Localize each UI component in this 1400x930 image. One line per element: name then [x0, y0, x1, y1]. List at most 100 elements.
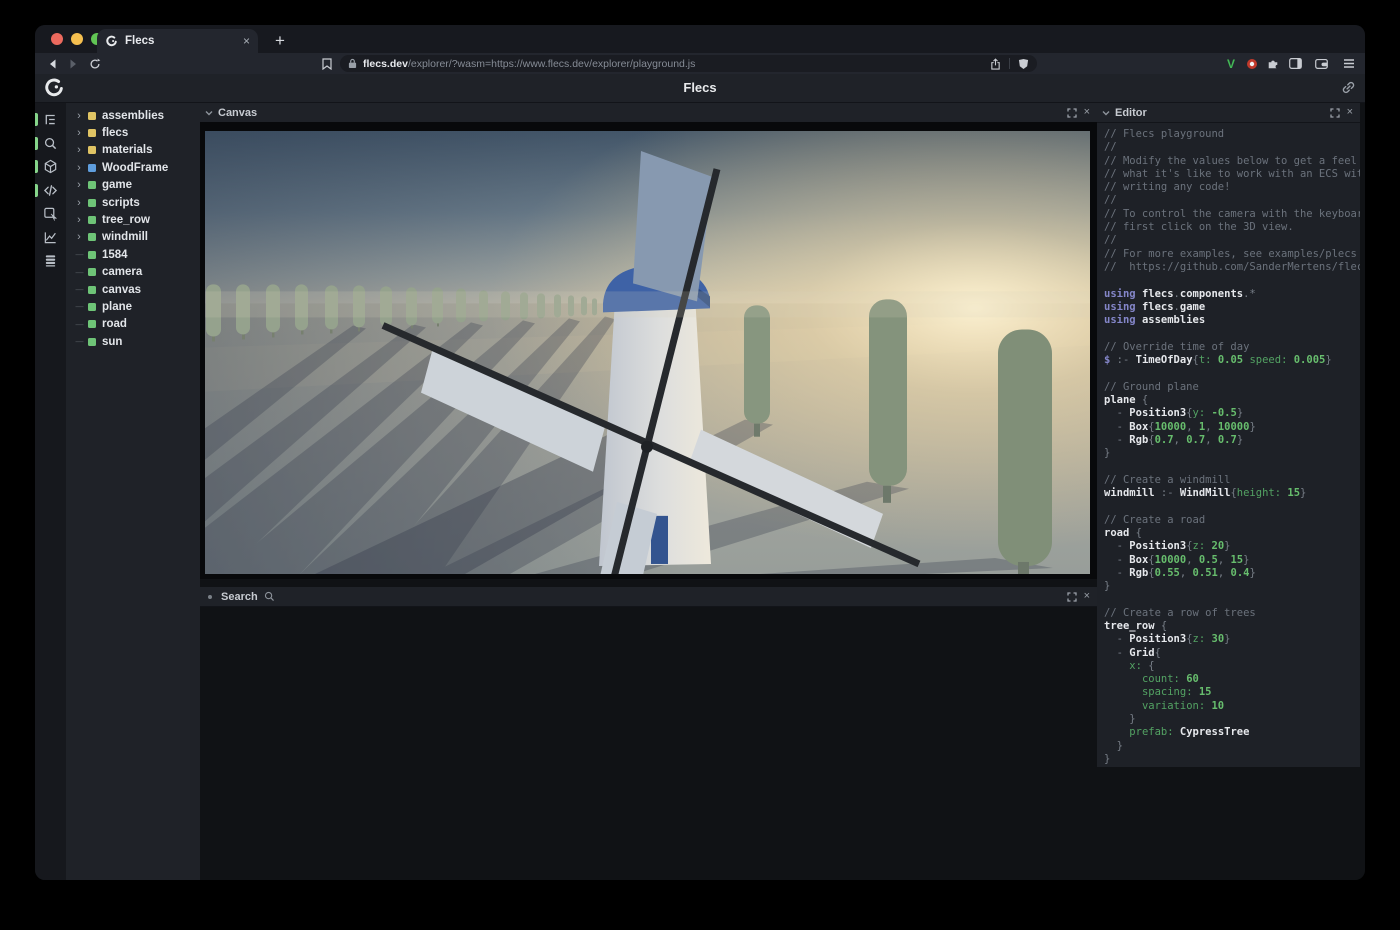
chevron-right-icon[interactable]: › [74, 214, 84, 226]
tool-inspector[interactable] [35, 202, 66, 226]
tree-item-label: tree_row [102, 214, 150, 226]
tree-item-label: game [102, 179, 132, 191]
close-icon[interactable]: × [1084, 591, 1090, 602]
active-indicator [35, 184, 38, 197]
tree-item-plane[interactable]: — plane [66, 298, 200, 315]
tool-logs[interactable] [35, 249, 66, 273]
tree-item-label: road [102, 318, 127, 330]
browser-titlebar: Flecs × + [35, 25, 1365, 53]
entity-color-swatch [88, 233, 96, 241]
page-title: Flecs [35, 74, 1365, 102]
extension-red-icon[interactable] [1244, 53, 1260, 74]
new-tab-button[interactable]: + [268, 29, 292, 53]
tree-item-label: plane [102, 301, 132, 313]
entity-color-swatch [88, 199, 96, 207]
chevron-down-icon[interactable] [205, 110, 213, 116]
tree-item-label: scripts [102, 197, 140, 209]
tree-item-WoodFrame[interactable]: › WoodFrame [66, 159, 200, 176]
menu-icon[interactable] [1341, 53, 1357, 74]
tree-item-scripts[interactable]: › scripts [66, 194, 200, 211]
chevron-right-icon[interactable]: › [74, 197, 84, 209]
entity-color-swatch [88, 146, 96, 154]
tree-item-1584[interactable]: —1584 [66, 246, 200, 263]
tree-item-windmill[interactable]: ›windmill [66, 229, 200, 246]
search-panel-header: Search × [200, 587, 1097, 607]
tree-item-road[interactable]: —road [66, 316, 200, 333]
close-icon[interactable]: × [1084, 107, 1090, 118]
url-bar[interactable]: flecs.dev/explorer/?wasm=https://www.fle… [340, 55, 1037, 72]
tree-item-sun[interactable]: —sun [66, 333, 200, 350]
window-minimize-button[interactable] [71, 33, 83, 45]
entity-color-swatch [88, 303, 96, 311]
tree-item-label: camera [102, 266, 142, 278]
chevron-down-icon[interactable] [1102, 110, 1110, 116]
tool-entity-tree[interactable] [35, 108, 66, 132]
app-header: Flecs [35, 74, 1365, 103]
tree-item-camera[interactable]: —camera [66, 264, 200, 281]
entity-color-swatch [88, 268, 96, 276]
entity-color-swatch [88, 129, 96, 137]
brave-shield-icon[interactable] [1018, 58, 1029, 70]
tree-item-label: canvas [102, 284, 141, 296]
canvas-3d-view[interactable] [200, 122, 1097, 579]
tree-item-tree_row[interactable]: › tree_row [66, 211, 200, 228]
main-area: Canvas × [200, 103, 1097, 880]
code-area[interactable]: // Flecs playground//// Modify the value… [1097, 123, 1360, 767]
canvas-panel-header: Canvas × [200, 103, 1097, 123]
chevron-right-icon[interactable]: › [74, 110, 84, 122]
url-text: flecs.dev/explorer/?wasm=https://www.fle… [363, 58, 695, 70]
share-icon[interactable] [990, 58, 1001, 70]
extension-v-icon[interactable]: V [1223, 53, 1239, 74]
chevron-right-icon[interactable]: › [74, 162, 84, 174]
entity-color-swatch [88, 181, 96, 189]
entity-color-swatch [88, 112, 96, 120]
lock-icon [348, 58, 357, 69]
active-indicator [35, 137, 38, 150]
extensions-puzzle-icon[interactable] [1265, 53, 1281, 74]
expand-icon[interactable] [1330, 108, 1340, 118]
tree-item-assemblies[interactable]: › assemblies [66, 107, 200, 124]
tab-close-icon[interactable]: × [243, 34, 250, 48]
entity-color-swatch [88, 164, 96, 172]
browser-tab[interactable]: Flecs × [97, 29, 258, 53]
editor-panel-title: Editor [1115, 107, 1330, 119]
expand-icon[interactable] [1067, 592, 1077, 602]
entity-color-swatch [88, 338, 96, 346]
expand-icon[interactable] [1067, 108, 1077, 118]
forward-icon[interactable] [65, 53, 81, 74]
sidebar-toggle-icon[interactable] [1287, 53, 1303, 74]
permalink-icon[interactable] [1341, 80, 1356, 95]
active-indicator [35, 160, 38, 173]
entity-color-swatch [88, 216, 96, 224]
tree-item-flecs[interactable]: ›flecs [66, 124, 200, 141]
tree-item-materials[interactable]: › materials [66, 142, 200, 159]
windmill-scene [205, 131, 1090, 574]
tree-item-canvas[interactable]: —canvas [66, 281, 200, 298]
tool-query-search[interactable] [35, 132, 66, 156]
tree-item-game[interactable]: › game [66, 177, 200, 194]
chevron-right-icon[interactable]: › [74, 231, 84, 243]
tree-item-label: assemblies [102, 110, 164, 122]
tool-scene-3d[interactable] [35, 155, 66, 179]
chevron-right-icon[interactable]: › [74, 127, 84, 139]
active-indicator [35, 113, 38, 126]
window-close-button[interactable] [51, 33, 63, 45]
bookmark-icon[interactable] [319, 53, 335, 74]
tree-item-label: WoodFrame [102, 162, 168, 174]
flecs-favicon [105, 35, 118, 48]
close-icon[interactable]: × [1347, 107, 1353, 118]
leaf-dash-icon: — [74, 250, 84, 259]
leaf-dash-icon: — [74, 302, 84, 311]
leaf-dash-icon: — [74, 337, 84, 346]
editor-panel-header: Editor × [1097, 103, 1360, 123]
tool-script-editor[interactable] [35, 179, 66, 203]
collapsed-indicator-icon[interactable] [208, 595, 212, 599]
wallet-icon[interactable] [1313, 53, 1329, 74]
back-icon[interactable] [45, 53, 61, 74]
tree-item-label: materials [102, 144, 153, 156]
chevron-right-icon[interactable]: › [74, 144, 84, 156]
chevron-right-icon[interactable]: › [74, 179, 84, 191]
tool-statistics[interactable] [35, 226, 66, 250]
reload-icon[interactable] [87, 53, 103, 74]
editor-panel: Editor × // Flecs playground//// Modify … [1097, 103, 1360, 767]
